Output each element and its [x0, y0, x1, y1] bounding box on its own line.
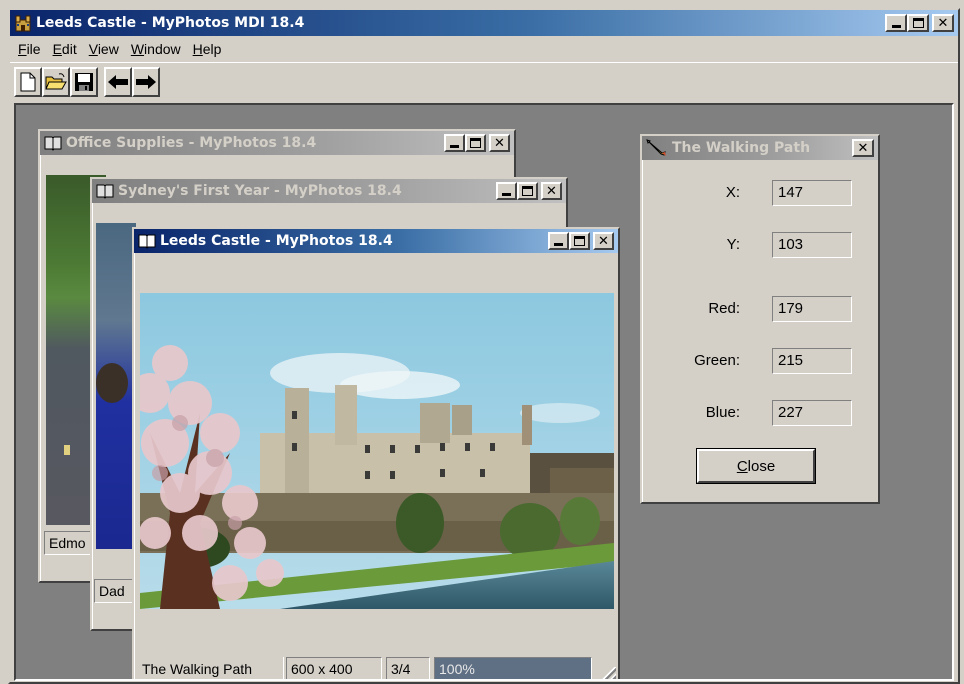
save-disk-icon: [75, 72, 93, 91]
x-label: X:: [725, 184, 740, 201]
sydney-titlebar[interactable]: Sydney's First Year - MyPhotos 18.4 ✕: [92, 179, 566, 203]
castle-icon: [14, 14, 32, 32]
pixel-dialog-close-button[interactable]: ✕: [852, 139, 874, 157]
leeds-caption: The Walking Path: [138, 657, 284, 679]
menu-help[interactable]: Help: [187, 39, 228, 59]
menu-window[interactable]: Window: [125, 39, 187, 59]
blue-field-row: Blue: 227: [642, 400, 878, 426]
pencil-icon: [646, 139, 668, 157]
new-file-button[interactable]: [14, 66, 42, 97]
green-label: Green:: [694, 352, 740, 369]
toolbar: [10, 62, 958, 100]
red-label: Red:: [708, 300, 740, 317]
office-minimize-button[interactable]: [444, 134, 465, 152]
sydney-maximize-button[interactable]: [517, 182, 538, 200]
child-window-leeds-castle[interactable]: Leeds Castle - MyPhotos 18.4 ✕ The Walki…: [132, 227, 620, 679]
pixel-dialog-title: The Walking Path: [672, 140, 811, 156]
open-button[interactable]: [42, 66, 70, 97]
save-button[interactable]: [70, 66, 98, 97]
next-button[interactable]: [132, 66, 160, 97]
arrow-right-icon: [136, 74, 156, 89]
open-folder-icon: [45, 72, 67, 89]
blue-value: 227: [772, 400, 852, 426]
sydney-photo: [96, 223, 136, 549]
close-dialog-button[interactable]: Close: [696, 448, 816, 484]
pixel-dialog-titlebar[interactable]: The Walking Path ✕: [642, 136, 878, 160]
zoom-progress: 100%: [434, 657, 592, 679]
pixel-info-dialog[interactable]: The Walking Path ✕ X: 147 Y: 103 Red: 17…: [640, 134, 880, 504]
office-titlebar[interactable]: Office Supplies - MyPhotos 18.4 ✕: [40, 131, 514, 155]
image-size-field: 600 x 400: [286, 657, 382, 679]
leeds-minimize-button[interactable]: [548, 232, 569, 250]
green-value: 215: [772, 348, 852, 374]
y-field-row: Y: 103: [642, 232, 878, 258]
office-close-button[interactable]: ✕: [489, 134, 510, 152]
sydney-close-button[interactable]: ✕: [541, 182, 562, 200]
green-field-row: Green: 215: [642, 348, 878, 374]
menu-bar: File Edit View Window Help: [10, 36, 958, 62]
leeds-close-button[interactable]: ✕: [593, 232, 614, 250]
main-title: Leeds Castle - MyPhotos MDI 18.4: [36, 15, 305, 31]
resize-grip[interactable]: [600, 667, 616, 679]
x-field-row: X: 147: [642, 180, 878, 206]
red-value: 179: [772, 296, 852, 322]
new-file-icon: [20, 72, 36, 91]
leeds-maximize-button[interactable]: [569, 232, 590, 250]
photo-album-icon: [138, 233, 156, 249]
previous-button[interactable]: [104, 66, 132, 97]
minimize-button[interactable]: [885, 14, 907, 32]
office-title: Office Supplies - MyPhotos 18.4: [66, 135, 317, 151]
maximize-button[interactable]: [907, 14, 929, 32]
x-value: 147: [772, 180, 852, 206]
sydney-title: Sydney's First Year - MyPhotos 18.4: [118, 183, 402, 199]
y-value: 103: [772, 232, 852, 258]
photo-album-icon: [96, 183, 114, 199]
menu-file[interactable]: File: [12, 39, 47, 59]
blue-label: Blue:: [705, 404, 740, 421]
main-titlebar[interactable]: Leeds Castle - MyPhotos MDI 18.4 ✕: [10, 10, 958, 36]
leeds-title: Leeds Castle - MyPhotos 18.4: [160, 233, 393, 249]
menu-edit[interactable]: Edit: [47, 39, 83, 59]
photo-album-icon: [44, 135, 62, 151]
leeds-titlebar[interactable]: Leeds Castle - MyPhotos 18.4 ✕: [134, 229, 618, 253]
arrow-left-icon: [108, 74, 128, 89]
menu-view[interactable]: View: [83, 39, 125, 59]
close-button[interactable]: ✕: [932, 14, 954, 32]
sydney-minimize-button[interactable]: [496, 182, 517, 200]
castle-photo[interactable]: [140, 293, 614, 609]
office-maximize-button[interactable]: [465, 134, 486, 152]
photo-index-field: 3/4: [386, 657, 430, 679]
main-window: Leeds Castle - MyPhotos MDI 18.4 ✕ File …: [8, 8, 960, 684]
y-label: Y:: [726, 236, 740, 253]
red-field-row: Red: 179: [642, 296, 878, 322]
